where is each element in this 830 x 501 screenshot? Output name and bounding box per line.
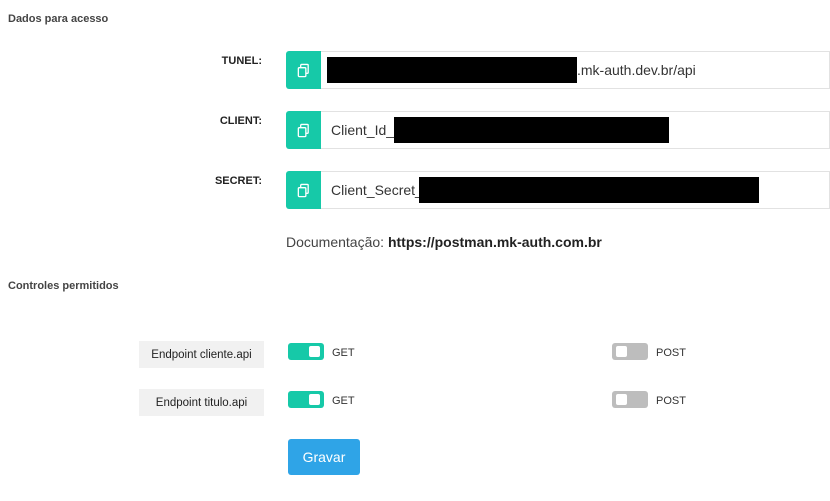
documentation-link[interactable]: https://postman.mk-auth.com.br: [388, 234, 602, 250]
secret-copy-button[interactable]: [286, 171, 321, 209]
toggle-knob: [309, 394, 320, 405]
save-button[interactable]: Gravar: [288, 439, 360, 475]
tunel-input[interactable]: .mk-auth.dev.br/api: [321, 51, 830, 89]
titulo-post-toggle[interactable]: [612, 391, 648, 408]
tunel-suffix: .mk-auth.dev.br/api: [577, 62, 696, 78]
copy-icon: [297, 63, 309, 77]
cliente-get-toggle[interactable]: [288, 343, 324, 360]
secret-label: SECRET:: [214, 175, 262, 187]
titulo-get-label: GET: [332, 395, 355, 407]
section-title-access: Dados para acesso: [8, 13, 109, 25]
titulo-post-label: POST: [656, 395, 686, 407]
copy-icon: [297, 123, 309, 137]
redaction-block: [394, 117, 670, 143]
toggle-knob: [309, 346, 320, 357]
cliente-post-label: POST: [656, 347, 686, 359]
client-prefix: Client_Id_: [331, 122, 395, 138]
titulo-get-toggle[interactable]: [288, 391, 324, 408]
documentation-label: Documentação:: [286, 234, 385, 250]
secret-prefix: Client_Secret_: [331, 182, 423, 198]
client-field-row: Client_Id_: [286, 111, 830, 149]
endpoint-cliente-label: Endpoint cliente.api: [139, 341, 264, 368]
secret-input[interactable]: Client_Secret_: [321, 171, 830, 209]
tunel-copy-button[interactable]: [286, 51, 321, 89]
client-input[interactable]: Client_Id_: [321, 111, 830, 149]
cliente-get-label: GET: [332, 347, 355, 359]
tunel-field-row: .mk-auth.dev.br/api: [286, 51, 830, 89]
client-label: CLIENT:: [219, 115, 262, 127]
toggle-knob: [616, 394, 627, 405]
toggle-knob: [616, 346, 627, 357]
copy-icon: [297, 183, 309, 197]
documentation-line: Documentação: https://postman.mk-auth.co…: [286, 234, 602, 250]
endpoint-titulo-label: Endpoint titulo.api: [139, 389, 264, 416]
client-copy-button[interactable]: [286, 111, 321, 149]
cliente-post-toggle[interactable]: [612, 343, 648, 360]
section-title-controls: Controles permitidos: [8, 280, 119, 292]
redaction-block: [327, 57, 577, 83]
redaction-block: [418, 177, 759, 203]
secret-field-row: Client_Secret_: [286, 171, 830, 209]
tunel-label: TUNEL:: [221, 55, 262, 67]
